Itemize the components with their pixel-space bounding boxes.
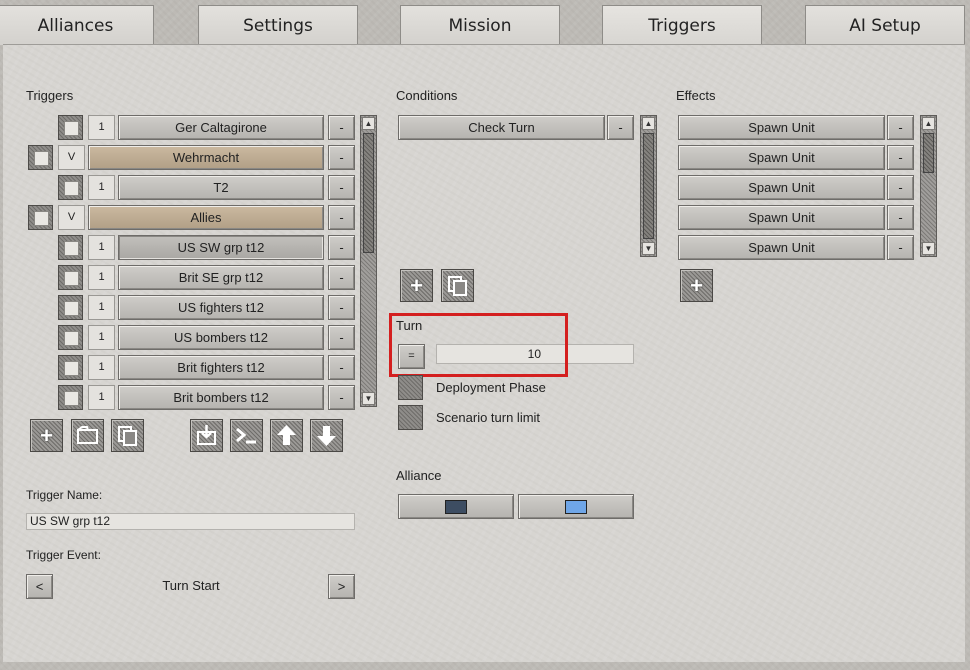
tab-alliances[interactable]: Alliances: [0, 5, 154, 45]
effects-label: Effects: [676, 88, 716, 103]
trigger-remove-button[interactable]: -: [328, 325, 355, 350]
group-row[interactable]: Allies: [88, 205, 324, 230]
tab-ai-setup[interactable]: AI Setup: [805, 5, 965, 45]
trigger-row[interactable]: US SW grp t12: [118, 235, 324, 260]
trigger-remove-button[interactable]: -: [328, 295, 355, 320]
tab-triggers[interactable]: Triggers: [602, 5, 762, 46]
trigger-checkbox[interactable]: [58, 325, 83, 350]
trigger-checkbox[interactable]: [58, 355, 83, 380]
effect-remove-button[interactable]: -: [887, 235, 914, 260]
group-visibility-toggle[interactable]: V: [58, 145, 85, 170]
triggers-label: Triggers: [26, 88, 74, 103]
trigger-remove-button[interactable]: -: [328, 385, 355, 410]
scenario-turn-limit-label: Scenario turn limit: [436, 410, 541, 425]
trigger-row[interactable]: Brit bombers t12: [118, 385, 324, 410]
trigger-count: 1: [88, 325, 115, 350]
trigger-remove-button[interactable]: -: [328, 355, 355, 380]
trigger-remove-button[interactable]: -: [328, 235, 355, 260]
scroll-up-icon[interactable]: ▲: [642, 117, 655, 130]
deployment-phase-label: Deployment Phase: [436, 380, 546, 395]
scroll-down-icon[interactable]: ▼: [922, 242, 935, 255]
trigger-remove-button[interactable]: -: [328, 265, 355, 290]
arrow-up-icon[interactable]: [270, 419, 303, 452]
trigger-name-field[interactable]: US SW grp t12: [26, 513, 355, 530]
group-row[interactable]: Wehrmacht: [88, 145, 324, 170]
trigger-row[interactable]: Ger Caltagirone: [118, 115, 324, 140]
group-checkbox[interactable]: [28, 205, 53, 230]
trigger-checkbox[interactable]: [58, 295, 83, 320]
scroll-down-icon[interactable]: ▼: [362, 392, 375, 405]
trigger-count: 1: [88, 175, 115, 200]
trigger-count: 1: [88, 295, 115, 320]
conditions-scrollbar[interactable]: ▲ ▼: [640, 115, 657, 257]
highlight-box: [389, 313, 568, 377]
scroll-thumb[interactable]: [643, 133, 654, 239]
scroll-thumb[interactable]: [363, 133, 374, 253]
trigger-row[interactable]: US bombers t12: [118, 325, 324, 350]
effects-scrollbar[interactable]: ▲ ▼: [920, 115, 937, 257]
trigger-checkbox[interactable]: [58, 175, 83, 200]
alliance-axis-button[interactable]: [398, 494, 514, 519]
console-icon[interactable]: [230, 419, 263, 452]
alliance-color-swatch: [445, 500, 467, 514]
trigger-remove-button[interactable]: -: [328, 205, 355, 230]
scroll-thumb[interactable]: [923, 133, 934, 173]
condition-check-turn[interactable]: Check Turn: [398, 115, 605, 140]
import-icon[interactable]: [190, 419, 223, 452]
trigger-row[interactable]: T2: [118, 175, 324, 200]
trigger-checkbox[interactable]: [58, 115, 83, 140]
tab-settings[interactable]: Settings: [198, 5, 358, 45]
alliance-color-swatch: [565, 500, 587, 514]
trigger-count: 1: [88, 385, 115, 410]
trigger-checkbox[interactable]: [58, 235, 83, 260]
effect-row[interactable]: Spawn Unit: [678, 115, 885, 140]
copy-icon[interactable]: [441, 269, 474, 302]
alliance-allies-button[interactable]: [518, 494, 634, 519]
trigger-checkbox[interactable]: [58, 265, 83, 290]
trigger-remove-button[interactable]: -: [328, 115, 355, 140]
group-checkbox[interactable]: [28, 145, 53, 170]
effect-remove-button[interactable]: -: [887, 115, 914, 140]
trigger-name-label: Trigger Name:: [26, 488, 103, 502]
trigger-count: 1: [88, 115, 115, 140]
tab-mission[interactable]: Mission: [400, 5, 560, 45]
effect-row[interactable]: Spawn Unit: [678, 175, 885, 200]
trigger-remove-button[interactable]: -: [328, 145, 355, 170]
effect-row[interactable]: Spawn Unit: [678, 145, 885, 170]
effect-row[interactable]: Spawn Unit: [678, 205, 885, 230]
trigger-checkbox[interactable]: [58, 385, 83, 410]
add-icon[interactable]: +: [680, 269, 713, 302]
event-next-button[interactable]: >: [328, 574, 355, 599]
trigger-count: 1: [88, 235, 115, 260]
alliance-label: Alliance: [396, 468, 442, 483]
effect-remove-button[interactable]: -: [887, 205, 914, 230]
effect-remove-button[interactable]: -: [887, 145, 914, 170]
scroll-up-icon[interactable]: ▲: [362, 117, 375, 130]
effect-remove-button[interactable]: -: [887, 175, 914, 200]
scenario-turn-limit-checkbox[interactable]: [398, 405, 423, 430]
scroll-down-icon[interactable]: ▼: [642, 242, 655, 255]
event-prev-button[interactable]: <: [26, 574, 53, 599]
trigger-count: 1: [88, 355, 115, 380]
trigger-remove-button[interactable]: -: [328, 175, 355, 200]
trigger-row[interactable]: Brit fighters t12: [118, 355, 324, 380]
effect-row[interactable]: Spawn Unit: [678, 235, 885, 260]
trigger-event-label: Trigger Event:: [26, 548, 101, 562]
scroll-up-icon[interactable]: ▲: [922, 117, 935, 130]
deployment-phase-checkbox[interactable]: [398, 375, 423, 400]
trigger-count: 1: [88, 265, 115, 290]
copy-icon[interactable]: [111, 419, 144, 452]
add-icon[interactable]: +: [400, 269, 433, 302]
folder-icon[interactable]: [71, 419, 104, 452]
condition-remove-button[interactable]: -: [607, 115, 634, 140]
arrow-down-icon[interactable]: [310, 419, 343, 452]
trigger-event-value: Turn Start: [162, 578, 220, 593]
trigger-row[interactable]: Brit SE grp t12: [118, 265, 324, 290]
conditions-label: Conditions: [396, 88, 458, 103]
triggers-scrollbar[interactable]: ▲ ▼: [360, 115, 377, 407]
add-icon[interactable]: +: [30, 419, 63, 452]
group-visibility-toggle[interactable]: V: [58, 205, 85, 230]
trigger-row[interactable]: US fighters t12: [118, 295, 324, 320]
